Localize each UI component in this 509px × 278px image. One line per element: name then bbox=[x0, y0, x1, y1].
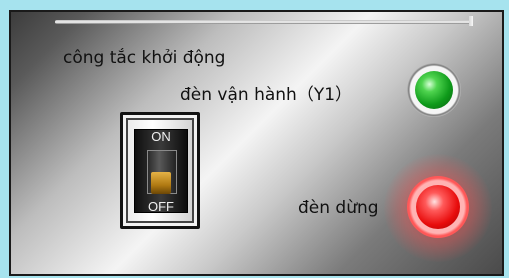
switch-off-label: OFF bbox=[148, 199, 174, 214]
run-lamp-label: đèn vận hành（Y1） bbox=[180, 85, 353, 105]
control-panel: công tắc khởi động đèn vận hành（Y1） đèn … bbox=[9, 10, 504, 276]
run-lamp-bulb bbox=[415, 71, 453, 109]
start-toggle-switch[interactable]: ON OFF bbox=[120, 112, 200, 229]
stop-lamp-label: đèn dừng bbox=[298, 198, 379, 218]
stop-indicator-lamp bbox=[407, 176, 469, 238]
panel-divider-line bbox=[55, 20, 471, 24]
switch-lever[interactable] bbox=[151, 172, 171, 194]
hmi-screen: công tắc khởi động đèn vận hành（Y1） đèn … bbox=[0, 0, 509, 278]
switch-body: ON OFF bbox=[134, 129, 188, 214]
run-indicator-lamp bbox=[407, 63, 461, 117]
start-switch-label: công tắc khởi động bbox=[63, 48, 226, 68]
panel-divider-cap bbox=[469, 16, 473, 26]
stop-lamp-bulb bbox=[416, 185, 460, 229]
switch-on-label: ON bbox=[151, 129, 171, 144]
